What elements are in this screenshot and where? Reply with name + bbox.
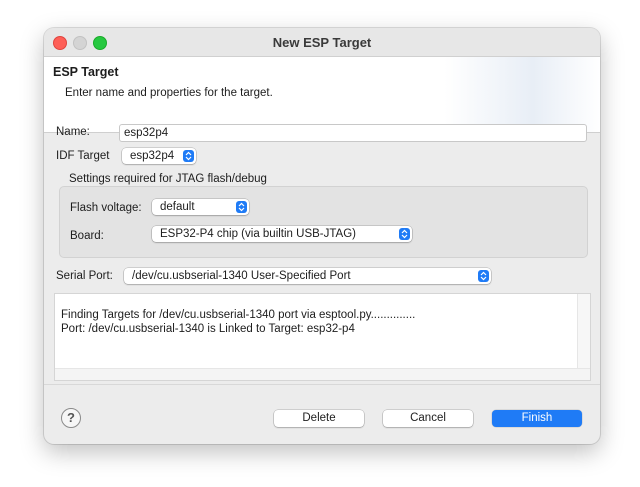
title-bar[interactable]: New ESP Target xyxy=(44,28,600,57)
new-esp-target-dialog: New ESP Target ESP Target Enter name and… xyxy=(44,28,600,444)
serial-port-select[interactable]: /dev/cu.usbserial-1340 User-Specified Po… xyxy=(124,268,491,284)
help-icon[interactable]: ? xyxy=(61,408,81,428)
console-line: Port: /dev/cu.usbserial-1340 is Linked t… xyxy=(61,323,355,335)
delete-button[interactable]: Delete xyxy=(274,410,364,427)
flash-voltage-label: Flash voltage: xyxy=(70,202,142,214)
banner-description: Enter name and properties for the target… xyxy=(65,87,273,99)
wizard-banner: ESP Target Enter name and properties for… xyxy=(44,57,600,133)
jtag-settings-group xyxy=(59,186,588,258)
console-line: Finding Targets for /dev/cu.usbserial-13… xyxy=(61,309,416,321)
idf-target-label: IDF Target xyxy=(56,150,110,162)
banner-title: ESP Target xyxy=(53,65,119,79)
chevron-updown-icon xyxy=(183,150,194,162)
finish-button[interactable]: Finish xyxy=(492,410,582,427)
serial-port-selected-value: /dev/cu.usbserial-1340 User-Specified Po… xyxy=(132,270,351,282)
name-label: Name: xyxy=(56,126,90,138)
flash-voltage-selected-value: default xyxy=(160,201,195,213)
jtag-group-title: Settings required for JTAG flash/debug xyxy=(69,173,267,185)
serial-port-label: Serial Port: xyxy=(56,270,113,282)
chevron-updown-icon xyxy=(478,270,489,282)
window-title: New ESP Target xyxy=(272,35,372,50)
console-output[interactable]: Finding Targets for /dev/cu.usbserial-13… xyxy=(54,293,591,381)
board-label: Board: xyxy=(70,230,104,242)
name-input[interactable]: esp32p4 xyxy=(119,124,587,142)
idf-target-selected-value: esp32p4 xyxy=(130,150,175,162)
cancel-button[interactable]: Cancel xyxy=(383,410,473,427)
horizontal-scrollbar[interactable] xyxy=(55,368,590,380)
chevron-updown-icon xyxy=(236,201,247,213)
footer-divider xyxy=(44,384,600,385)
vertical-scrollbar[interactable] xyxy=(577,294,590,369)
idf-target-select[interactable]: esp32p4 xyxy=(122,148,196,164)
chevron-updown-icon xyxy=(399,228,410,240)
flash-voltage-select[interactable]: default xyxy=(152,199,249,215)
board-select[interactable]: ESP32-P4 chip (via builtin USB-JTAG) xyxy=(152,226,412,242)
board-selected-value: ESP32-P4 chip (via builtin USB-JTAG) xyxy=(160,228,356,240)
